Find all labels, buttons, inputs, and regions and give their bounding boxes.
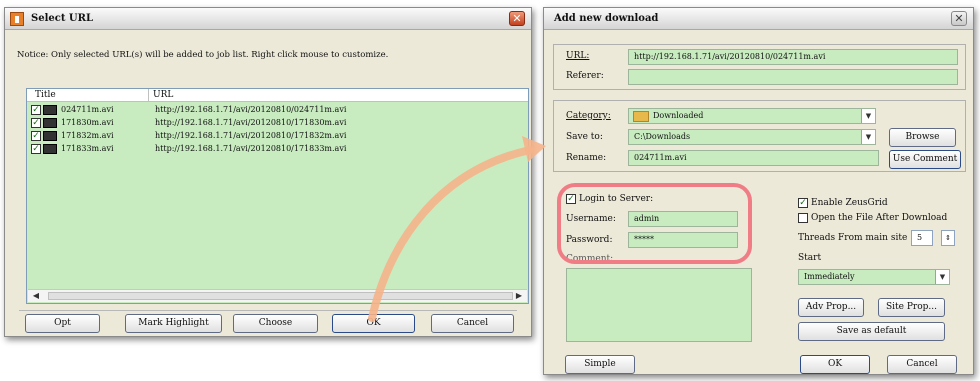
mark-highlight-button[interactable]: Mark Highlight xyxy=(125,314,222,333)
close-icon[interactable]: ✕ xyxy=(951,11,967,26)
use-comment-button[interactable]: Use Comment xyxy=(889,150,961,169)
url-list[interactable]: Title URL ✓ 024711m.avi http://192.168.1… xyxy=(26,88,529,304)
video-file-icon xyxy=(43,131,57,141)
column-divider xyxy=(148,89,149,101)
open-file-label: Open the File After Download xyxy=(811,213,948,223)
row-title: 171833m.avi xyxy=(61,144,114,153)
video-file-icon xyxy=(43,105,57,115)
scroll-right-icon[interactable]: ▶ xyxy=(513,291,525,301)
login-highlight-outline xyxy=(557,183,752,264)
site-prop-button[interactable]: Site Prop... xyxy=(878,298,945,317)
chevron-down-icon[interactable]: ▼ xyxy=(861,130,875,144)
rename-field[interactable]: 024711m.avi xyxy=(628,150,879,166)
video-file-icon xyxy=(43,118,57,128)
close-icon[interactable]: ✕ xyxy=(509,11,525,26)
row-checkbox[interactable]: ✓ xyxy=(31,118,41,128)
url-field[interactable]: http://192.168.1.71/avi/20120810/024711m… xyxy=(628,49,958,65)
scroll-left-icon[interactable]: ◀ xyxy=(30,291,42,301)
save-as-default-button[interactable]: Save as default xyxy=(798,322,945,341)
open-file-checkbox[interactable] xyxy=(798,213,808,223)
scrollbar-thumb[interactable] xyxy=(48,292,513,300)
row-url: http://192.168.1.71/avi/20120810/024711m… xyxy=(155,105,347,114)
start-value: Immediately xyxy=(804,272,855,281)
row-title: 171830m.avi xyxy=(61,118,114,127)
app-icon xyxy=(10,12,24,26)
url-list-row[interactable]: ✓ 171832m.avi http://192.168.1.71/avi/20… xyxy=(29,130,526,142)
category-select[interactable]: Downloaded ▼ xyxy=(628,108,876,124)
save-to-value: C:\Downloads xyxy=(634,132,691,141)
opt-button[interactable]: Opt xyxy=(25,314,100,333)
column-header-url[interactable]: URL xyxy=(153,90,173,100)
referer-label: Referer: xyxy=(566,71,604,81)
add-download-titlebar[interactable]: Add new download ✕ xyxy=(544,8,973,30)
url-list-row[interactable]: ✓ 171833m.avi http://192.168.1.71/avi/20… xyxy=(29,143,526,155)
select-url-title: Select URL xyxy=(31,13,93,24)
chevron-down-icon[interactable]: ▼ xyxy=(935,270,949,284)
start-label: Start xyxy=(798,253,822,263)
start-select[interactable]: Immediately ▼ xyxy=(798,269,950,285)
row-checkbox[interactable]: ✓ xyxy=(31,144,41,154)
cancel-button[interactable]: Cancel xyxy=(431,314,514,333)
row-title: 024711m.avi xyxy=(61,105,114,114)
divider xyxy=(19,310,517,311)
enable-label: Enable ZeusGrid xyxy=(811,198,888,208)
threads-label: Threads From main site xyxy=(798,233,908,243)
url-list-header: Title URL xyxy=(27,89,528,102)
notice-text: Notice: Only selected URL(s) will be add… xyxy=(17,50,389,60)
url-label: URL: xyxy=(566,51,590,61)
category-label: Category: xyxy=(566,111,611,121)
category-value: Downloaded xyxy=(653,111,704,120)
save-to-label: Save to: xyxy=(566,132,603,142)
ok-button[interactable]: OK xyxy=(800,355,870,374)
row-checkbox[interactable]: ✓ xyxy=(31,105,41,115)
rename-label: Rename: xyxy=(566,153,607,163)
row-checkbox[interactable]: ✓ xyxy=(31,131,41,141)
browse-button[interactable]: Browse xyxy=(889,128,956,147)
referer-field[interactable] xyxy=(628,69,958,85)
threads-field[interactable]: 5 xyxy=(911,230,933,246)
save-to-select[interactable]: C:\Downloads ▼ xyxy=(628,129,876,145)
comment-textarea[interactable] xyxy=(566,268,752,342)
horizontal-scrollbar[interactable]: ◀ ▶ xyxy=(28,289,527,302)
row-url: http://192.168.1.71/avi/20120810/171830m… xyxy=(155,118,347,127)
adv-prop-button[interactable]: Adv Prop... xyxy=(798,298,864,317)
add-download-title: Add new download xyxy=(554,13,659,24)
column-header-title[interactable]: Title xyxy=(35,90,56,100)
select-url-dialog: Select URL ✕ Notice: Only selected URL(s… xyxy=(4,7,532,337)
select-url-titlebar[interactable]: Select URL ✕ xyxy=(5,8,531,30)
row-title: 171832m.avi xyxy=(61,131,114,140)
folder-icon xyxy=(633,111,649,122)
enable-checkbox[interactable]: ✓ xyxy=(798,198,808,208)
threads-spinner-icon[interactable]: ⇕ xyxy=(941,230,955,246)
video-file-icon xyxy=(43,144,57,154)
row-url: http://192.168.1.71/avi/20120810/171833m… xyxy=(155,144,347,153)
choose-button[interactable]: Choose xyxy=(233,314,318,333)
url-list-row[interactable]: ✓ 024711m.avi http://192.168.1.71/avi/20… xyxy=(29,104,526,116)
chevron-down-icon[interactable]: ▼ xyxy=(861,109,875,123)
ok-button[interactable]: OK xyxy=(332,314,415,333)
url-list-row[interactable]: ✓ 171830m.avi http://192.168.1.71/avi/20… xyxy=(29,117,526,129)
cancel-button[interactable]: Cancel xyxy=(887,355,957,374)
row-url: http://192.168.1.71/avi/20120810/171832m… xyxy=(155,131,347,140)
simple-button[interactable]: Simple xyxy=(565,355,635,374)
